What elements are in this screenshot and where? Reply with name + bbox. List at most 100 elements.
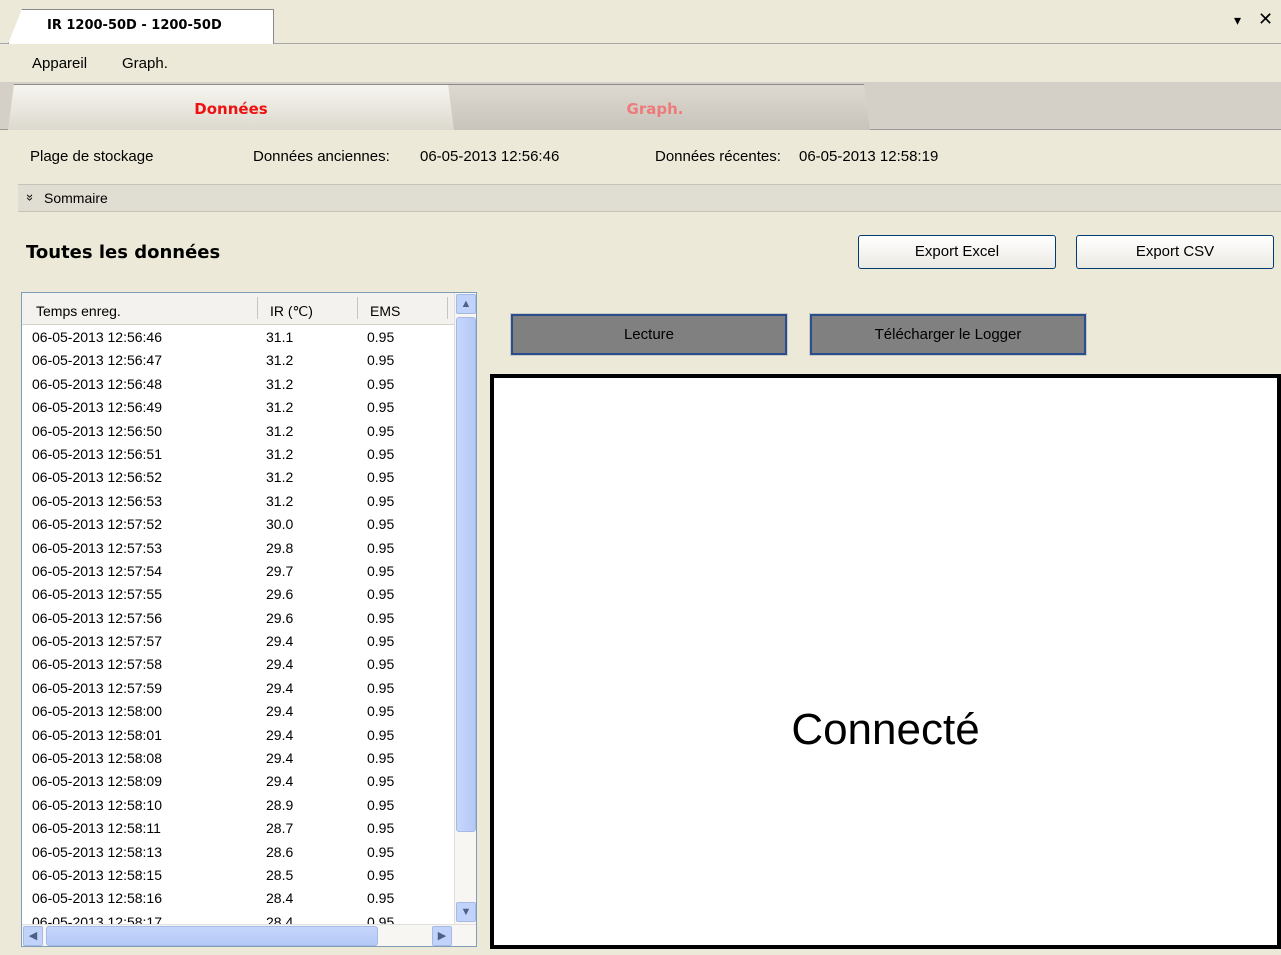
column-header-ir[interactable]: IR (℃): [270, 303, 313, 320]
summary-label: Sommaire: [44, 190, 108, 206]
document-tab[interactable]: IR 1200-50D - 1200-50D: [8, 9, 274, 44]
export-csv-button[interactable]: Export CSV: [1076, 235, 1274, 269]
connection-status-text: Connecté: [791, 705, 980, 754]
cell-ems: 0.95: [367, 609, 395, 626]
cell-time: 06-05-2013 12:57:54: [32, 562, 162, 579]
table-row[interactable]: 06-05-2013 12:58:15 28.5 0.95: [22, 864, 454, 887]
read-button[interactable]: Lecture: [510, 313, 788, 356]
cell-ems: 0.95: [367, 633, 395, 650]
cell-ems: 0.95: [367, 796, 395, 813]
table-row[interactable]: 06-05-2013 12:56:51 31.2 0.95: [22, 443, 454, 466]
horizontal-scrollbar[interactable]: ◀ ▶: [22, 924, 476, 946]
document-tab-strip: IR 1200-50D - 1200-50D ▾ ✕: [0, 0, 1281, 44]
cell-time: 06-05-2013 12:57:59: [32, 679, 162, 696]
table-row[interactable]: 06-05-2013 12:57:52 30.0 0.95: [22, 513, 454, 536]
view-tabs: Graph. Données: [0, 82, 1281, 130]
column-divider[interactable]: [447, 297, 448, 319]
cell-time: 06-05-2013 12:56:48: [32, 375, 162, 392]
connection-status-panel: Connecté: [490, 374, 1281, 949]
cell-time: 06-05-2013 12:57:58: [32, 656, 162, 673]
cell-time: 06-05-2013 12:56:49: [32, 399, 162, 416]
cell-time: 06-05-2013 12:56:47: [32, 352, 162, 369]
cell-time: 06-05-2013 12:58:13: [32, 843, 162, 860]
table-row[interactable]: 06-05-2013 12:56:47 31.2 0.95: [22, 349, 454, 372]
tab-donnees-label: Données: [194, 100, 268, 118]
chevron-down-icon[interactable]: ▾: [1234, 12, 1241, 29]
table-row[interactable]: 06-05-2013 12:58:10 28.9 0.95: [22, 794, 454, 817]
vertical-scroll-thumb[interactable]: [456, 317, 476, 832]
cell-ir: 29.4: [266, 703, 294, 720]
table-row[interactable]: 06-05-2013 12:58:11 28.7 0.95: [22, 817, 454, 840]
download-logger-button[interactable]: Télécharger le Logger: [809, 313, 1087, 356]
cell-ir: 29.4: [266, 656, 294, 673]
cell-time: 06-05-2013 12:58:00: [32, 703, 162, 720]
scroll-left-icon[interactable]: ◀: [23, 926, 43, 946]
column-header-ems[interactable]: EMS: [370, 303, 400, 319]
tab-donnees[interactable]: Données: [8, 84, 454, 130]
table-row[interactable]: 06-05-2013 12:58:00 29.4 0.95: [22, 700, 454, 723]
data-list[interactable]: Temps enreg. IR (℃) EMS 06-05-2013 12:56…: [21, 292, 477, 947]
cell-time: 06-05-2013 12:57:55: [32, 586, 162, 603]
vertical-scrollbar[interactable]: ▲ ▼: [454, 293, 476, 924]
cell-time: 06-05-2013 12:56:52: [32, 469, 162, 486]
table-row[interactable]: 06-05-2013 12:56:48 31.2 0.95: [22, 373, 454, 396]
summary-expander[interactable]: » Sommaire: [18, 184, 1281, 212]
table-row[interactable]: 06-05-2013 12:56:52 31.2 0.95: [22, 466, 454, 489]
cell-ems: 0.95: [367, 820, 395, 837]
list-header: Temps enreg. IR (℃) EMS: [22, 293, 454, 325]
recent-data-label: Données récentes:: [655, 148, 781, 165]
cell-ems: 0.95: [367, 516, 395, 533]
table-row[interactable]: 06-05-2013 12:58:08 29.4 0.95: [22, 747, 454, 770]
table-row[interactable]: 06-05-2013 12:57:59 29.4 0.95: [22, 677, 454, 700]
cell-ems: 0.95: [367, 843, 395, 860]
cell-time: 06-05-2013 12:57:57: [32, 633, 162, 650]
storage-range-label: Plage de stockage: [30, 148, 154, 165]
column-header-time[interactable]: Temps enreg.: [36, 303, 121, 319]
table-row[interactable]: 06-05-2013 12:56:46 31.1 0.95: [22, 326, 454, 349]
cell-ir: 29.6: [266, 586, 294, 603]
close-icon[interactable]: ✕: [1258, 9, 1273, 30]
cell-ir: 29.4: [266, 633, 294, 650]
cell-ems: 0.95: [367, 586, 395, 603]
cell-ems: 0.95: [367, 329, 395, 345]
table-row[interactable]: 06-05-2013 12:57:54 29.7 0.95: [22, 560, 454, 583]
table-row[interactable]: 06-05-2013 12:56:53 31.2 0.95: [22, 490, 454, 513]
cell-time: 06-05-2013 12:57:56: [32, 609, 162, 626]
cell-ir: 31.2: [266, 375, 294, 392]
cell-time: 06-05-2013 12:58:01: [32, 726, 162, 743]
table-row[interactable]: 06-05-2013 12:58:01 29.4 0.95: [22, 724, 454, 747]
cell-ir: 28.4: [266, 890, 294, 907]
cell-ems: 0.95: [367, 422, 395, 439]
table-row[interactable]: 06-05-2013 12:58:16 28.4 0.95: [22, 887, 454, 910]
table-row[interactable]: 06-05-2013 12:58:09 29.4 0.95: [22, 770, 454, 793]
cell-ir: 31.2: [266, 352, 294, 369]
export-excel-button[interactable]: Export Excel: [858, 235, 1056, 269]
menu-graph[interactable]: Graph.: [122, 55, 168, 72]
table-row[interactable]: 06-05-2013 12:58:13 28.6 0.95: [22, 841, 454, 864]
column-divider[interactable]: [357, 297, 358, 319]
table-row[interactable]: 06-05-2013 12:57:57 29.4 0.95: [22, 630, 454, 653]
table-row[interactable]: 06-05-2013 12:57:55 29.6 0.95: [22, 583, 454, 606]
cell-ir: 29.6: [266, 609, 294, 626]
table-row[interactable]: 06-05-2013 12:56:49 31.2 0.95: [22, 396, 454, 419]
table-row[interactable]: 06-05-2013 12:56:50 31.2 0.95: [22, 420, 454, 443]
cell-ems: 0.95: [367, 726, 395, 743]
table-row[interactable]: 06-05-2013 12:57:58 29.4 0.95: [22, 653, 454, 676]
tab-graph[interactable]: Graph.: [440, 84, 870, 130]
cell-ir: 29.4: [266, 726, 294, 743]
cell-ir: 29.7: [266, 562, 294, 579]
scroll-up-icon[interactable]: ▲: [456, 294, 476, 314]
cell-ems: 0.95: [367, 562, 395, 579]
cell-ir: 28.5: [266, 866, 294, 883]
table-row[interactable]: 06-05-2013 12:57:53 29.8 0.95: [22, 537, 454, 560]
scroll-right-icon[interactable]: ▶: [432, 926, 452, 946]
column-divider[interactable]: [257, 297, 258, 319]
cell-ems: 0.95: [367, 445, 395, 462]
table-row[interactable]: 06-05-2013 12:57:56 29.6 0.95: [22, 607, 454, 630]
scroll-down-icon[interactable]: ▼: [456, 902, 476, 922]
menu-appareil[interactable]: Appareil: [32, 55, 87, 72]
cell-ir: 29.8: [266, 539, 294, 556]
horizontal-scroll-thumb[interactable]: [46, 926, 378, 946]
section-title: Toutes les données: [26, 242, 221, 263]
list-rows: 06-05-2013 12:56:46 31.1 0.95 06-05-2013 12…: [22, 326, 454, 934]
